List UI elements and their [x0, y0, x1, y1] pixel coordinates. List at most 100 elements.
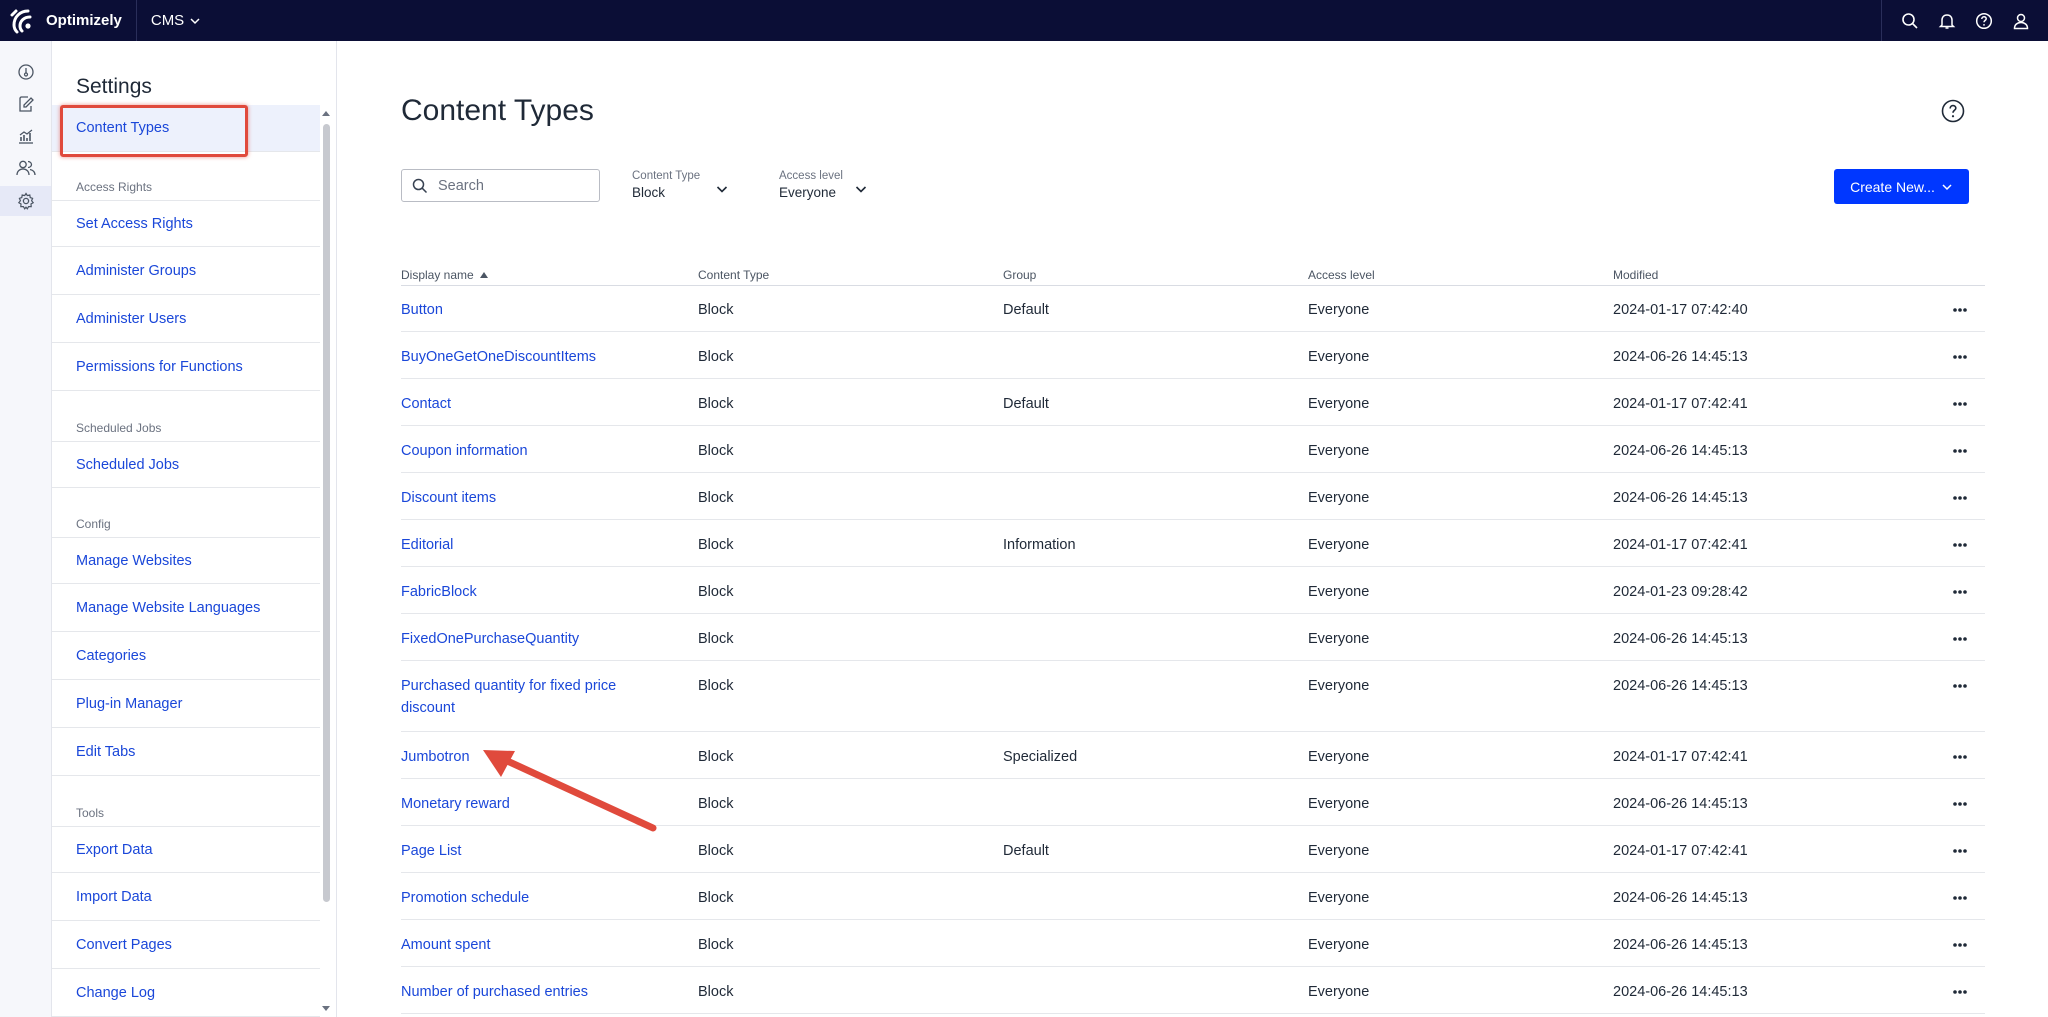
more-options-icon[interactable] — [1952, 589, 1968, 595]
column-label: Display name — [401, 268, 474, 282]
more-options-icon[interactable] — [1952, 683, 1968, 689]
table-row: BuyOneGetOneDiscountItems Block Everyone 20… — [401, 332, 1985, 379]
reports-icon[interactable] — [0, 121, 51, 151]
cell-display-name[interactable]: Amount spent — [401, 934, 651, 956]
scroll-down-arrow-icon[interactable] — [321, 1004, 331, 1014]
cell-display-name[interactable]: Button — [401, 299, 651, 321]
sidebar-item-import-data[interactable]: Import Data — [52, 874, 320, 921]
cell-display-name[interactable]: Contact — [401, 393, 651, 415]
content-type-filter[interactable]: Content Type Block — [632, 170, 732, 200]
cell-access-level: Everyone — [1308, 396, 1370, 412]
cell-display-name[interactable]: Number of purchased entries — [401, 981, 651, 1003]
more-options-icon[interactable] — [1952, 636, 1968, 642]
topbar-divider — [1881, 0, 1882, 41]
table-row: FixedOnePurchaseQuantity Block Everyone 202… — [401, 614, 1985, 661]
sidebar-item-manage-website-languages[interactable]: Manage Website Languages — [52, 585, 320, 632]
column-label: Access level — [1308, 268, 1375, 282]
cell-display-name[interactable]: FabricBlock — [401, 581, 651, 603]
cell-display-name[interactable]: Coupon information — [401, 440, 651, 462]
sidebar-scrollbar[interactable] — [323, 124, 330, 902]
more-options-icon[interactable] — [1952, 354, 1968, 360]
cell-display-name[interactable]: Purchased quantity for fixed price disco… — [401, 675, 651, 719]
settings-title: Settings — [76, 75, 152, 98]
users-icon[interactable] — [0, 153, 51, 183]
help-icon[interactable] — [1941, 99, 1965, 123]
column-label: Group — [1003, 268, 1037, 282]
more-options-icon[interactable] — [1952, 801, 1968, 807]
edit-icon[interactable] — [0, 89, 51, 119]
sidebar-item-change-log[interactable]: Change Log — [52, 970, 320, 1017]
filter-label: Access level — [779, 170, 843, 182]
sidebar-item-export-data[interactable]: Export Data — [52, 826, 320, 873]
chevron-down-icon — [855, 186, 867, 193]
sidebar-item-permissions-for-functions[interactable]: Permissions for Functions — [52, 344, 320, 391]
sidebar-section-access-rights: Access Rights — [76, 180, 153, 194]
cell-content-type: Block — [698, 937, 734, 953]
more-options-icon[interactable] — [1952, 895, 1968, 901]
cell-display-name[interactable]: Editorial — [401, 534, 651, 556]
cell-modified: 2024-01-17 07:42:41 — [1613, 749, 1748, 765]
more-options-icon[interactable] — [1952, 307, 1968, 313]
sidebar-item-manage-websites[interactable]: Manage Websites — [52, 537, 320, 584]
settings-icon[interactable] — [0, 186, 51, 216]
sidebar-section-tools: Tools — [76, 806, 105, 820]
column-access-level[interactable]: Access level — [1308, 268, 1375, 282]
cell-group: Default — [1003, 302, 1049, 318]
table-row: Purchased quantity for fixed price disco… — [401, 661, 1985, 732]
search-icon[interactable] — [1900, 11, 1920, 31]
cell-content-type: Block — [698, 584, 734, 600]
help-icon[interactable] — [1974, 11, 1994, 31]
sidebar-item-edit-tabs[interactable]: Edit Tabs — [52, 729, 320, 776]
cell-modified: 2024-06-26 14:45:13 — [1613, 678, 1748, 694]
more-options-icon[interactable] — [1952, 989, 1968, 995]
cell-display-name[interactable]: Promotion schedule — [401, 887, 651, 909]
cell-modified: 2024-06-26 14:45:13 — [1613, 937, 1748, 953]
access-level-filter[interactable]: Access level Everyone — [779, 170, 879, 200]
table-row: Coupon information Block Everyone 2024-06-2… — [401, 426, 1985, 473]
more-options-icon[interactable] — [1952, 942, 1968, 948]
create-new-button[interactable]: Create New... — [1834, 169, 1969, 204]
scroll-up-arrow-icon[interactable] — [321, 108, 331, 118]
more-options-icon[interactable] — [1952, 542, 1968, 548]
sidebar-item-administer-users[interactable]: Administer Users — [52, 296, 320, 343]
sidebar-item-set-access-rights[interactable]: Set Access Rights — [52, 200, 320, 247]
highlight-box — [60, 105, 248, 157]
settings-panel: Settings Content Types Access Rights Set… — [52, 41, 337, 1017]
more-options-icon[interactable] — [1952, 754, 1968, 760]
sidebar-item-convert-pages[interactable]: Convert Pages — [52, 922, 320, 969]
table-row: Button Block Default Everyone 2024-01-17 07:… — [401, 285, 1985, 332]
cell-display-name[interactable]: FixedOnePurchaseQuantity — [401, 628, 651, 650]
more-options-icon[interactable] — [1952, 448, 1968, 454]
cell-display-name[interactable]: Discount items — [401, 487, 651, 509]
column-content-type[interactable]: Content Type — [698, 268, 769, 282]
annotation-arrow-icon — [483, 750, 657, 832]
cell-group: Information — [1003, 537, 1076, 553]
chevron-down-icon — [190, 17, 200, 24]
more-options-icon[interactable] — [1952, 848, 1968, 854]
search-input[interactable] — [436, 176, 590, 195]
sidebar-item-plug-in-manager[interactable]: Plug-in Manager — [52, 681, 320, 728]
sidebar-item-categories[interactable]: Categories — [52, 633, 320, 680]
cell-access-level: Everyone — [1308, 631, 1370, 647]
table-row: Discount items Block Everyone 2024-06-26 14… — [401, 473, 1985, 520]
table-row: Number of purchased entries Block Everyone… — [401, 967, 1985, 1014]
cell-access-level: Everyone — [1308, 584, 1370, 600]
column-modified[interactable]: Modified — [1613, 268, 1658, 282]
cell-group: Specialized — [1003, 749, 1078, 765]
column-display-name[interactable]: Display name — [401, 268, 489, 282]
sidebar-item-administer-groups[interactable]: Administer Groups — [52, 248, 320, 295]
user-icon[interactable] — [2011, 11, 2031, 31]
table-row: Editorial Block Information Everyone 2024-01… — [401, 520, 1985, 567]
chevron-down-icon — [716, 186, 728, 193]
dashboard-icon[interactable] — [0, 57, 51, 87]
optimizely-logo-icon — [10, 9, 32, 33]
more-options-icon[interactable] — [1952, 495, 1968, 501]
more-options-icon[interactable] — [1952, 401, 1968, 407]
brand[interactable]: Optimizely — [0, 0, 122, 41]
cell-display-name[interactable]: BuyOneGetOneDiscountItems — [401, 346, 651, 368]
table-row: FabricBlock Block Everyone 2024-01-23 09:28… — [401, 567, 1985, 614]
bell-icon[interactable] — [1937, 11, 1957, 31]
column-group[interactable]: Group — [1003, 268, 1036, 282]
sidebar-item-scheduled-jobs[interactable]: Scheduled Jobs — [52, 441, 320, 488]
product-switcher[interactable]: CMS — [137, 12, 201, 29]
